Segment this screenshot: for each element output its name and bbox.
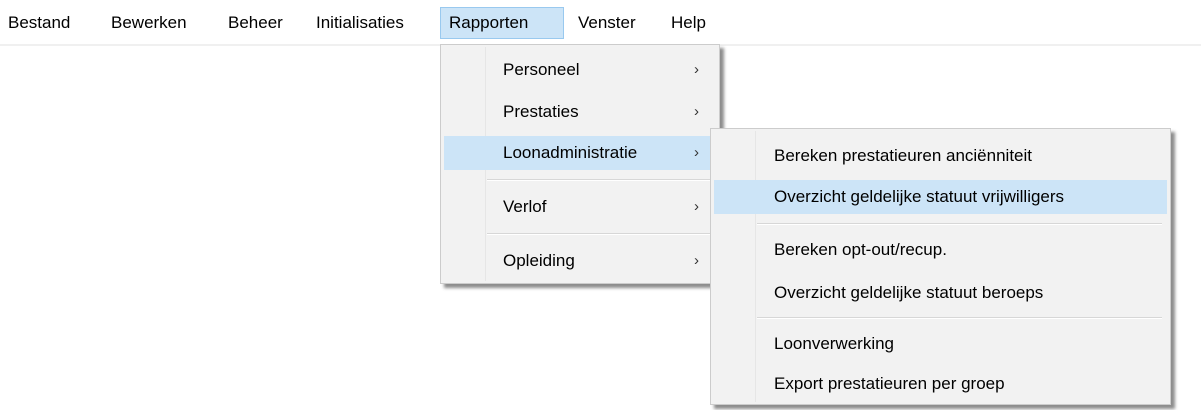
menu-item-label: Bereken prestatieuren anciënniteit (774, 146, 1032, 165)
menu-item-prestaties[interactable]: Prestaties › (444, 95, 716, 129)
menu-item-overzicht-statuut-vrijwilligers[interactable]: Overzicht geldelijke statuut vrijwillige… (714, 180, 1167, 214)
menu-item-label: Personeel (503, 60, 580, 79)
menu-venster[interactable]: Venster (570, 7, 644, 39)
menu-item-label: Bereken opt-out/recup. (774, 240, 947, 259)
menu-bestand[interactable]: Bestand (0, 7, 78, 39)
chevron-right-icon: › (694, 144, 699, 161)
menu-item-label: Prestaties (503, 102, 579, 121)
menu-item-export-prestatieuren-per-groep[interactable]: Export prestatieuren per groep (714, 367, 1167, 401)
menu-item-label: Overzicht geldelijke statuut vrijwillige… (774, 187, 1065, 206)
menu-item-bereken-prestatieuren-ancienniteit[interactable]: Bereken prestatieuren anciënniteit (714, 139, 1167, 173)
menu-item-verlof[interactable]: Verlof › (444, 190, 716, 224)
menu-beheer[interactable]: Beheer (220, 7, 291, 39)
menu-item-overzicht-statuut-beroeps[interactable]: Overzicht geldelijke statuut beroeps (714, 276, 1167, 310)
menu-item-label: Verlof (503, 197, 547, 216)
menu-bewerken[interactable]: Bewerken (103, 7, 195, 39)
chevron-right-icon: › (694, 103, 699, 120)
chevron-right-icon: › (694, 252, 699, 269)
menu-separator (487, 179, 711, 181)
menu-item-label: Loonadministratie (503, 143, 638, 162)
menu-item-label: Loonverwerking (774, 334, 895, 353)
menu-item-opleiding[interactable]: Opleiding › (444, 244, 716, 278)
menu-bar: Bestand Bewerken Beheer Initialisaties R… (0, 0, 1201, 46)
menu-separator (757, 223, 1162, 225)
menu-separator (487, 233, 711, 235)
menu-item-personeel[interactable]: Personeel › (444, 53, 716, 87)
menu-item-label: Overzicht geldelijke statuut beroeps (774, 283, 1044, 302)
menu-rapporten[interactable]: Rapporten (440, 7, 564, 39)
loonadministratie-submenu: Bereken prestatieuren anciënniteit Overz… (710, 128, 1171, 405)
menu-initialisaties[interactable]: Initialisaties (308, 7, 412, 39)
menu-item-label: Export prestatieuren per groep (774, 374, 1005, 393)
menu-separator (757, 317, 1162, 319)
menu-item-loonverwerking[interactable]: Loonverwerking (714, 327, 1167, 361)
menu-item-bereken-opt-out-recup[interactable]: Bereken opt-out/recup. (714, 233, 1167, 267)
rapporten-dropdown: Personeel › Prestaties › Loonadministrat… (440, 44, 720, 284)
menu-help[interactable]: Help (663, 7, 714, 39)
menu-item-loonadministratie[interactable]: Loonadministratie › (444, 136, 716, 170)
menu-item-label: Opleiding (503, 251, 575, 270)
chevron-right-icon: › (694, 61, 699, 78)
chevron-right-icon: › (694, 198, 699, 215)
